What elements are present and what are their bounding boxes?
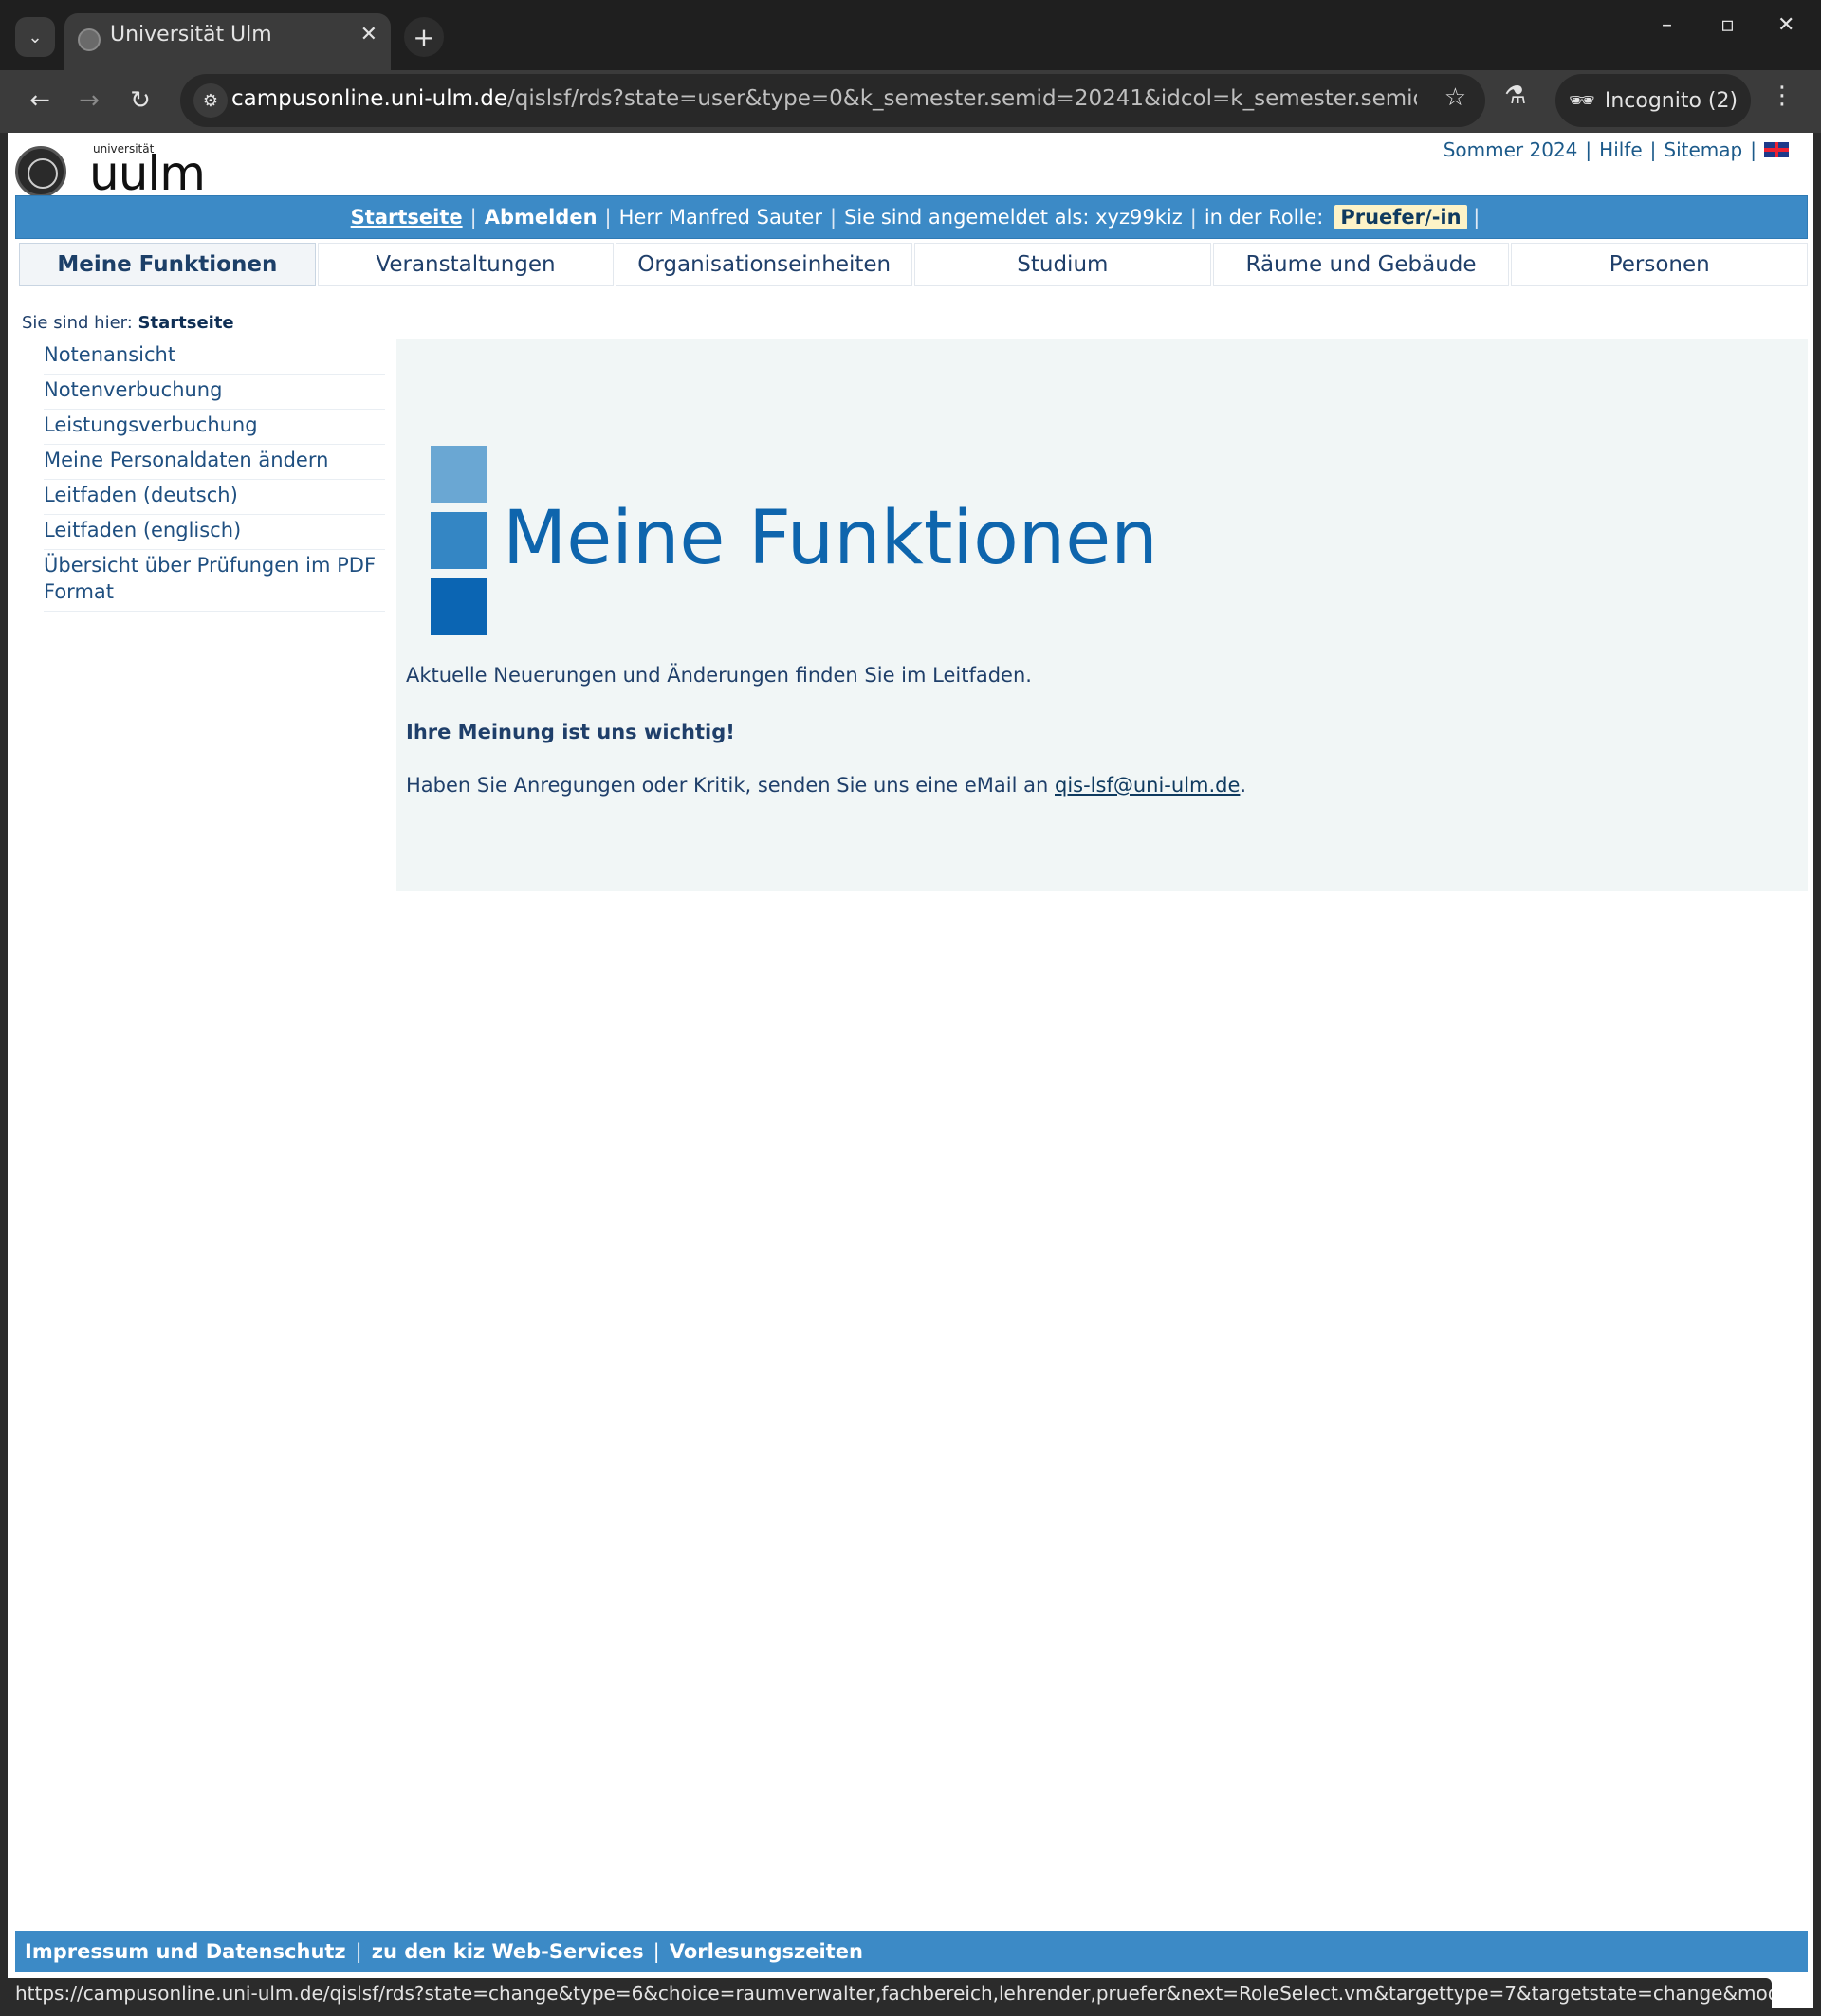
tab-meine-funktionen[interactable]: Meine Funktionen <box>19 243 316 286</box>
title-squares-decoration <box>431 446 489 645</box>
opinion-heading: Ihre Meinung ist uns wichtig! <box>406 721 735 743</box>
info-text: Aktuelle Neuerungen und Änderungen finde… <box>406 664 1032 687</box>
link-status-bar: https://campusonline.uni-ulm.de/qislsf/r… <box>8 1978 1772 2008</box>
tab-veranstaltungen[interactable]: Veranstaltungen <box>317 243 615 286</box>
feedback-text: Haben Sie Anregungen oder Kritik, senden… <box>406 774 1246 797</box>
university-logo[interactable]: universität uulm <box>15 140 206 201</box>
incognito-label: Incognito (2) <box>1604 88 1738 113</box>
close-window-icon[interactable]: ✕ <box>1777 13 1794 37</box>
footer-link-web-services[interactable]: zu den kiz Web-Services <box>372 1940 644 1963</box>
square-light <box>431 446 487 503</box>
separator: | <box>829 206 837 229</box>
back-icon[interactable]: ← <box>21 82 59 119</box>
separator: | <box>604 206 612 229</box>
tab-studium[interactable]: Studium <box>914 243 1211 286</box>
favicon-icon <box>78 28 101 51</box>
footer-link-impressum[interactable]: Impressum und Datenschutz <box>25 1940 346 1963</box>
university-seal-icon <box>15 146 66 197</box>
browser-window: ⌄ Universität Ulm ✕ + – ▫ ✕ ← → ↻ ⚙ camp… <box>0 0 1821 2016</box>
new-tab-icon[interactable]: + <box>404 17 444 57</box>
tab-title: Universität Ulm <box>110 23 272 46</box>
user-bar: Startseite | Abmelden | Herr Manfred Sau… <box>15 195 1808 239</box>
address-bar[interactable]: ⚙ campusonline.uni-ulm.de/qislsf/rds?sta… <box>180 74 1485 127</box>
help-link[interactable]: Hilfe <box>1599 138 1643 161</box>
logout-link[interactable]: Abmelden <box>477 206 605 229</box>
close-tab-icon[interactable]: ✕ <box>360 23 377 46</box>
separator: | <box>1189 206 1197 229</box>
reload-icon[interactable]: ↻ <box>121 82 159 119</box>
tab-personen[interactable]: Personen <box>1511 243 1809 286</box>
tab-search-icon[interactable]: ⌄ <box>15 17 55 57</box>
email-link[interactable]: qis-lsf@uni-ulm.de <box>1055 774 1240 797</box>
english-flag-icon[interactable] <box>1764 142 1789 157</box>
square-medium <box>431 512 487 569</box>
logo-big-text: uulm <box>89 146 206 201</box>
breadcrumb-current[interactable]: Startseite <box>138 313 234 333</box>
sidebar-item-leistungsverbuchung[interactable]: Leistungsverbuchung <box>44 410 385 445</box>
incognito-icon: 🕶 <box>1568 88 1595 113</box>
feedback-prefix: Haben Sie Anregungen oder Kritik, senden… <box>406 774 1055 797</box>
sitemap-link[interactable]: Sitemap <box>1664 138 1742 161</box>
separator: | <box>1750 138 1757 161</box>
top-links: Sommer 2024 | Hilfe | Sitemap | <box>1444 138 1789 161</box>
sidebar-item-leitfaden-deutsch[interactable]: Leitfaden (deutsch) <box>44 480 385 515</box>
url-text: campusonline.uni-ulm.de/qislsf/rds?state… <box>231 86 1417 111</box>
sidebar-item-notenansicht[interactable]: Notenansicht <box>44 339 385 375</box>
separator: | <box>1585 138 1592 161</box>
minimize-icon[interactable]: – <box>1662 13 1672 37</box>
semester-link[interactable]: Sommer 2024 <box>1444 138 1578 161</box>
bookmark-star-icon[interactable]: ☆ <box>1444 83 1466 112</box>
browser-tab[interactable]: Universität Ulm ✕ <box>64 13 391 70</box>
footer-bar: Impressum und Datenschutz | zu den kiz W… <box>15 1931 1808 1972</box>
browser-menu-icon[interactable]: ⋮ <box>1770 82 1794 110</box>
footer-link-vorlesungszeiten[interactable]: Vorlesungszeiten <box>670 1940 863 1963</box>
separator: | <box>469 206 477 229</box>
home-link[interactable]: Startseite <box>343 206 470 229</box>
separator: | <box>1466 206 1481 229</box>
user-name: Herr Manfred Sauter <box>618 206 822 229</box>
site-info-icon[interactable]: ⚙ <box>193 83 228 118</box>
separator: | <box>1649 138 1657 161</box>
logged-in-as: Sie sind angemeldet als: xyz99kiz <box>844 206 1183 229</box>
feedback-suffix: . <box>1240 774 1247 797</box>
main-navigation: Meine Funktionen Veranstaltungen Organis… <box>19 243 1809 286</box>
breadcrumb: Sie sind hier: Startseite <box>22 313 234 333</box>
page-title: Meine Funktionen <box>503 496 1158 581</box>
breadcrumb-prefix: Sie sind hier: <box>22 313 133 333</box>
sidebar-item-notenverbuchung[interactable]: Notenverbuchung <box>44 375 385 410</box>
main-content: Meine Funktionen Aktuelle Neuerungen und… <box>396 339 1808 891</box>
tab-organisationseinheiten[interactable]: Organisationseinheiten <box>616 243 913 286</box>
role-switch-link[interactable]: Pruefer/-in <box>1334 205 1467 229</box>
role-label: in der Rolle: <box>1204 206 1324 229</box>
browser-toolbar: ← → ↻ ⚙ campusonline.uni-ulm.de/qislsf/r… <box>0 70 1821 133</box>
maximize-icon[interactable]: ▫ <box>1720 13 1735 37</box>
separator: | <box>653 1940 660 1963</box>
labs-flask-icon[interactable]: ⚗ <box>1504 82 1526 110</box>
incognito-button[interactable]: 🕶 Incognito (2) <box>1555 74 1751 127</box>
sidebar-item-pruefungen-pdf[interactable]: Übersicht über Prüfungen im PDF Format <box>44 550 385 612</box>
tab-strip: ⌄ Universität Ulm ✕ + – ▫ ✕ <box>0 0 1821 70</box>
square-dark <box>431 578 487 635</box>
page-viewport: universität uulm Sommer 2024 | Hilfe | S… <box>8 133 1813 2008</box>
sidebar-item-personaldaten[interactable]: Meine Personaldaten ändern <box>44 445 385 480</box>
forward-icon[interactable]: → <box>70 82 108 119</box>
sidebar: Notenansicht Notenverbuchung Leistungsve… <box>44 339 385 612</box>
tab-raeume-und-gebaeude[interactable]: Räume und Gebäude <box>1212 243 1510 286</box>
separator: | <box>355 1940 362 1963</box>
sidebar-item-leitfaden-englisch[interactable]: Leitfaden (englisch) <box>44 515 385 550</box>
